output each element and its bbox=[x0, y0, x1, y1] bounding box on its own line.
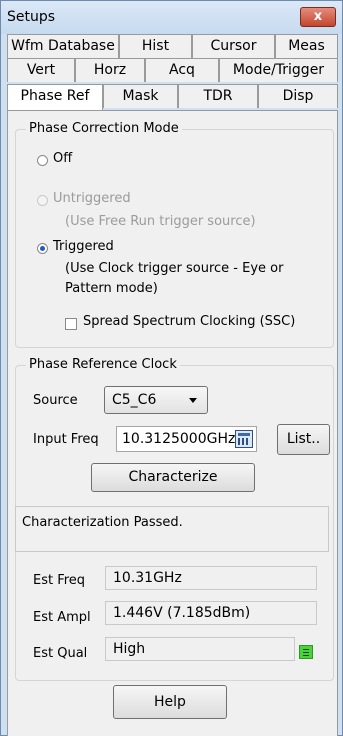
triggered-note-line1: (Use Clock trigger source - Eye or bbox=[65, 261, 284, 276]
close-button[interactable]: x bbox=[300, 7, 336, 27]
tab-phase-ref[interactable]: Phase Ref bbox=[7, 84, 103, 110]
input-freq-value: 10.3125000GHz bbox=[122, 431, 236, 447]
est-freq-label: Est Freq bbox=[33, 573, 86, 588]
input-freq-field[interactable]: 10.3125000GHz bbox=[116, 426, 257, 452]
chevron-down-icon bbox=[189, 398, 197, 403]
quality-indicator-icon bbox=[299, 645, 313, 659]
source-select[interactable]: C5_C6 bbox=[104, 386, 208, 414]
tab-cursor[interactable]: Cursor bbox=[192, 34, 275, 58]
tab-row-1: Wfm Database Hist Cursor Meas bbox=[7, 34, 338, 58]
radio-triggered[interactable] bbox=[37, 243, 48, 254]
tab-wfm-database[interactable]: Wfm Database bbox=[7, 34, 119, 58]
list-button[interactable]: List.. bbox=[277, 424, 330, 455]
tab-acq[interactable]: Acq bbox=[145, 58, 219, 82]
phase-correction-legend: Phase Correction Mode bbox=[26, 121, 182, 136]
est-ampl-field: 1.446V (7.185dBm) bbox=[105, 601, 317, 625]
radio-untriggered-label: Untriggered bbox=[53, 191, 131, 206]
characterize-button[interactable]: Characterize bbox=[91, 463, 255, 492]
est-qual-field: High bbox=[105, 637, 295, 661]
setups-window: Setups x Wfm Database Hist Cursor Meas V… bbox=[0, 0, 343, 736]
ssc-label: Spread Spectrum Clocking (SSC) bbox=[83, 314, 296, 329]
source-value: C5_C6 bbox=[112, 392, 157, 408]
tab-row-2: Vert Horz Acq Mode/Trigger bbox=[7, 58, 338, 82]
est-ampl-value: 1.446V (7.185dBm) bbox=[113, 605, 251, 621]
calculator-icon[interactable] bbox=[235, 430, 253, 448]
untriggered-note: (Use Free Run trigger source) bbox=[65, 214, 256, 229]
est-freq-field: 10.31GHz bbox=[105, 566, 317, 590]
ssc-checkbox[interactable] bbox=[65, 318, 77, 330]
tab-tdr[interactable]: TDR bbox=[178, 84, 258, 108]
reference-clock-legend: Phase Reference Clock bbox=[26, 357, 180, 372]
triggered-note-line2: Pattern mode) bbox=[65, 281, 158, 296]
input-freq-label: Input Freq bbox=[33, 432, 99, 447]
radio-untriggered[interactable] bbox=[37, 195, 48, 206]
status-text: Characterization Passed. bbox=[22, 515, 183, 530]
est-qual-label: Est Qual bbox=[33, 646, 88, 661]
tab-meas[interactable]: Meas bbox=[275, 34, 338, 58]
help-button[interactable]: Help bbox=[113, 685, 227, 719]
tab-hist[interactable]: Hist bbox=[119, 34, 192, 58]
source-label: Source bbox=[33, 393, 78, 408]
est-ampl-label: Est Ampl bbox=[33, 610, 91, 625]
radio-triggered-label: Triggered bbox=[53, 239, 114, 254]
radio-off-label: Off bbox=[53, 151, 73, 166]
tab-mask[interactable]: Mask bbox=[103, 84, 178, 108]
window-title: Setups bbox=[7, 9, 56, 25]
est-qual-value: High bbox=[113, 641, 146, 657]
close-icon: x bbox=[313, 9, 323, 24]
tab-horz[interactable]: Horz bbox=[75, 58, 145, 82]
tab-vert[interactable]: Vert bbox=[7, 58, 75, 82]
characterization-status: Characterization Passed. bbox=[15, 506, 329, 552]
est-freq-value: 10.31GHz bbox=[113, 570, 182, 586]
title-bar: Setups x bbox=[1, 1, 342, 34]
tab-disp[interactable]: Disp bbox=[258, 84, 338, 108]
tab-mode-trigger[interactable]: Mode/Trigger bbox=[219, 58, 338, 82]
radio-off[interactable] bbox=[37, 155, 48, 166]
tab-row-3: Phase Ref Mask TDR Disp bbox=[7, 84, 338, 110]
